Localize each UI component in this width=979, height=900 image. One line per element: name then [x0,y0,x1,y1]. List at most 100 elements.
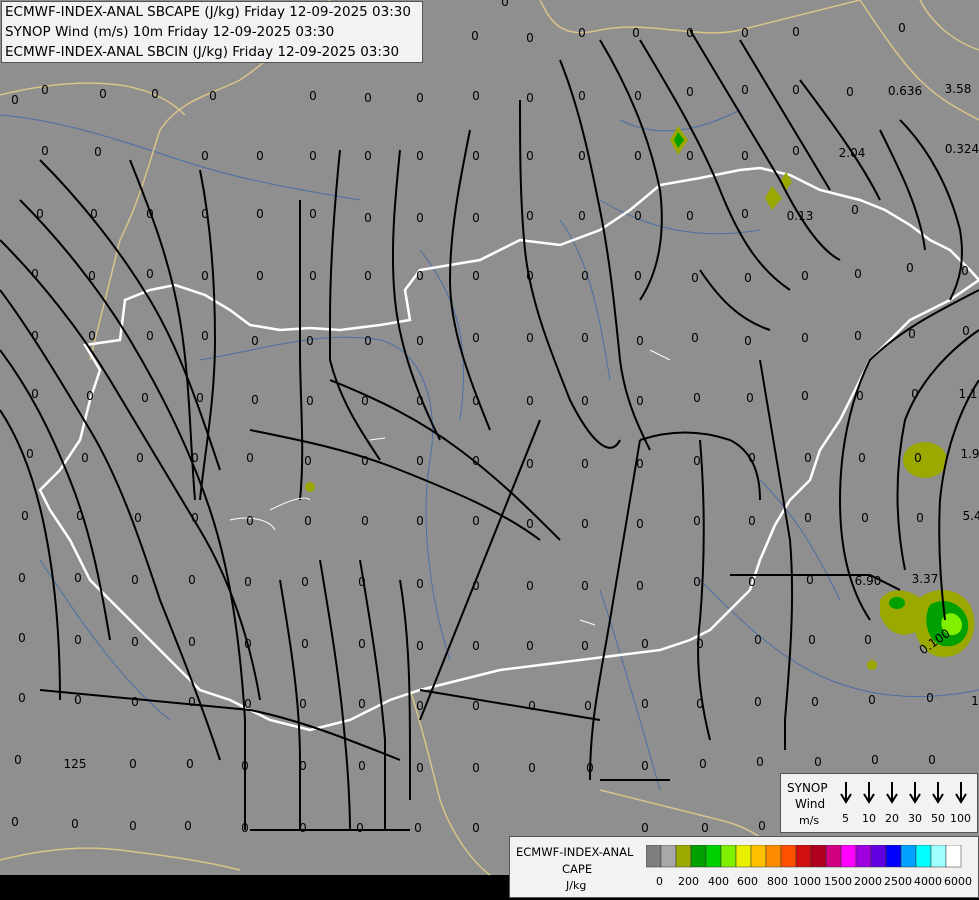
value-zero: 0 [299,759,307,773]
value-zero: 0 [361,394,369,408]
value-zero: 0 [201,269,209,283]
value-zero: 0 [641,697,649,711]
value-zero: 0 [74,633,82,647]
cape-color-swatch [660,845,677,868]
value-zero: 0 [634,269,642,283]
cape-color-swatch [885,845,902,868]
value-zero: 0 [244,575,252,589]
value-special: 0.13 [787,209,814,223]
value-zero: 0 [926,691,934,705]
value-zero: 0 [358,759,366,773]
value-zero: 0 [581,269,589,283]
value-zero: 0 [361,514,369,528]
value-zero: 0 [241,821,249,835]
value-zero: 0 [188,635,196,649]
cape-color-swatch [705,845,722,868]
value-zero: 0 [581,457,589,471]
value-zero: 0 [472,514,480,528]
value-zero: 0 [744,334,752,348]
value-zero: 0 [309,269,317,283]
value-zero: 0 [416,699,424,713]
value-zero: 0 [244,637,252,651]
value-zero: 0 [748,451,756,465]
value-zero: 0 [801,389,809,403]
value-zero: 0 [358,697,366,711]
value-zero: 0 [846,85,854,99]
value-zero: 0 [748,514,756,528]
value-zero: 0 [14,753,22,767]
cape-tick-label: 800 [767,875,788,888]
value-zero: 0 [804,511,812,525]
cape-color-swatch [795,845,812,868]
value-zero: 0 [86,389,94,403]
value-zero: 0 [41,144,49,158]
value-zero: 0 [801,331,809,345]
value-zero: 0 [129,757,137,771]
value-zero: 0 [578,26,586,40]
value-zero: 0 [188,695,196,709]
value-zero: 0 [416,334,424,348]
weather-map: 0 0 0 0 0 0 0 0 0 0 0 0 0 0 0 0 0 0 0 0 … [0,0,979,900]
value-zero: 0 [636,394,644,408]
value-zero: 0 [686,26,694,40]
value-zero: 0 [744,271,752,285]
value-zero: 0 [641,821,649,835]
value-zero: 0 [309,149,317,163]
value-zero: 0 [526,31,534,45]
value-zero: 0 [741,207,749,221]
wind-legend: SYNOP Wind m/s 5 10 20 30 50 100 [780,773,978,833]
cape-tick-row: 0 200 400 600 800 1000 1500 2000 2500 40… [646,875,976,891]
value-zero: 0 [472,639,480,653]
value-zero: 0 [741,83,749,97]
value-zero: 0 [416,149,424,163]
value-zero: 0 [526,209,534,223]
value-zero: 0 [808,633,816,647]
value-zero: 0 [526,457,534,471]
value-zero: 0 [758,819,766,833]
value-zero: 0 [906,261,914,275]
value-special: 3.37 [912,572,939,586]
value-zero: 0 [856,389,864,403]
value-zero: 0 [528,761,536,775]
value-zero: 0 [578,209,586,223]
value-special: 2.04 [839,146,866,160]
value-zero: 0 [914,451,922,465]
cape-color-swatch [750,845,767,868]
value-zero: 0 [636,334,644,348]
value-zero: 0 [201,329,209,343]
value-zero: 0 [251,393,259,407]
cape-color-swatch [945,845,962,868]
cape-color-swatch [915,845,932,868]
value-special: 1 [971,694,979,708]
value-zero: 0 [691,271,699,285]
value-special: 0.636 [888,84,922,98]
value-zero: 0 [526,639,534,653]
value-zero: 0 [256,269,264,283]
value-zero: 0 [416,454,424,468]
wind-legend-title2: Wind [795,797,826,811]
value-zero: 0 [526,579,534,593]
value-zero: 0 [416,91,424,105]
value-zero: 0 [928,753,936,767]
value-zero: 0 [804,451,812,465]
value-zero: 0 [191,511,199,525]
cape-color-swatch [765,845,782,868]
wind-speed-label: 100 [950,812,971,825]
value-zero: 0 [792,25,800,39]
value-zero: 0 [309,207,317,221]
value-zero: 0 [129,819,137,833]
value-zero: 0 [246,514,254,528]
wind-speed-label: 5 [842,812,849,825]
value-zero: 0 [364,269,372,283]
value-zero: 0 [526,394,534,408]
value-zero: 0 [526,331,534,345]
value-zero: 0 [814,755,822,769]
value-zero: 0 [191,451,199,465]
value-special: 5.4 [962,509,979,523]
value-zero: 0 [472,331,480,345]
value-zero: 0 [472,89,480,103]
value-zero: 0 [76,509,84,523]
value-zero: 0 [634,209,642,223]
title-line-cin: ECMWF-INDEX-ANAL SBCIN (J/kg) Friday 12-… [5,44,400,60]
value-zero: 0 [146,267,154,281]
